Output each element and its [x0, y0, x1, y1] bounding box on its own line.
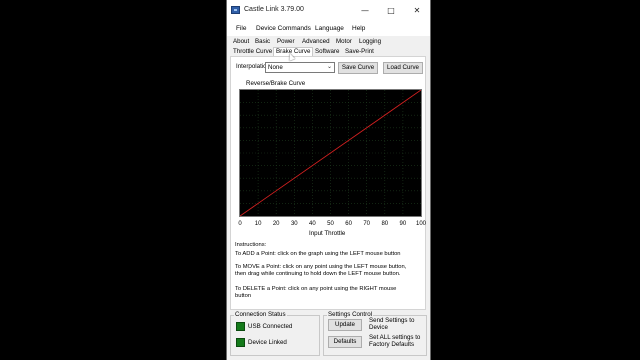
x-tick-label: 60: [345, 221, 352, 227]
save-curve-button[interactable]: Save Curve: [338, 62, 378, 74]
connection-status-group: Connection Status USB Connected Device L…: [230, 311, 320, 356]
close-button[interactable]: ✕: [404, 0, 430, 21]
x-tick-label: 70: [363, 221, 371, 227]
instruction-add: To ADD a Point: click on the graph using…: [235, 251, 401, 257]
instruction-delete-1: To DELETE a Point: click on any point us…: [235, 286, 397, 292]
maximize-icon: □: [387, 6, 395, 15]
minimize-icon: —: [361, 6, 369, 15]
tab-basic[interactable]: Basic: [253, 37, 272, 47]
device-status-led: [236, 338, 245, 347]
tab-about[interactable]: About: [231, 37, 251, 47]
x-tick-label: 80: [381, 221, 389, 227]
tab-logging[interactable]: Logging: [357, 37, 383, 47]
x-tick-label: 50: [327, 221, 334, 227]
x-tick-label: 40: [309, 221, 316, 227]
castle-link-app-icon: [231, 6, 240, 14]
menu-file[interactable]: File: [236, 25, 246, 32]
x-tick-label: 0: [238, 221, 242, 227]
brake-curve-chart[interactable]: [239, 89, 422, 217]
tab-advanced[interactable]: Advanced: [300, 37, 332, 47]
chevron-down-icon: ⌄: [326, 63, 332, 70]
minimize-button[interactable]: —: [352, 0, 378, 21]
tab-power[interactable]: Power: [275, 37, 297, 47]
chart-canvas[interactable]: [240, 90, 421, 216]
menu-language[interactable]: Language: [315, 25, 344, 32]
tab-row-1: About Basic Power Advanced Motor Logging: [227, 37, 430, 47]
chart-title: Reverse/Brake Curve: [246, 80, 306, 87]
interpolation-select[interactable]: None ⌄: [265, 62, 335, 73]
instructions-heading: Instructions:: [235, 242, 267, 248]
x-tick-label: 30: [290, 221, 298, 227]
update-button[interactable]: Update: [328, 319, 362, 331]
castle-link-window: Castle Link 3.79.00 — □ ✕ File Device Co…: [226, 0, 431, 360]
title-bar: Castle Link 3.79.00 — □ ✕: [227, 0, 430, 21]
menu-device-commands[interactable]: Device Commands: [256, 25, 311, 32]
interpolation-value: None: [268, 64, 283, 71]
connection-status-title: Connection Status: [234, 311, 287, 318]
settings-control-group: Settings Control Update Send Settings to…: [323, 311, 427, 356]
instruction-move-2: then drag while continuing to hold down …: [235, 271, 401, 277]
defaults-description-2: Factory Defaults: [369, 341, 415, 348]
brake-curve-panel: Interpolation: None ⌄ Save Curve Load Cu…: [230, 56, 426, 310]
settings-control-title: Settings Control: [327, 311, 374, 318]
maximize-button[interactable]: □: [378, 0, 404, 21]
defaults-description-1: Set ALL settings to: [369, 334, 421, 341]
close-icon: ✕: [413, 6, 421, 15]
update-description-2: Device: [369, 324, 388, 331]
load-curve-button[interactable]: Load Curve: [383, 62, 423, 74]
update-description-1: Send Settings to: [369, 317, 415, 324]
x-tick-label: 20: [272, 221, 280, 227]
usb-connected-label: USB Connected: [248, 323, 293, 330]
device-linked-label: Device Linked: [248, 339, 287, 346]
x-tick-label: 100: [415, 221, 427, 227]
x-tick-label: 90: [399, 221, 407, 227]
x-tick-label: 10: [254, 221, 262, 227]
menu-bar: File Device Commands Language Help: [227, 21, 430, 36]
defaults-button[interactable]: Defaults: [328, 336, 362, 348]
x-axis-label: Input Throttle: [309, 230, 346, 237]
usb-status-led: [236, 322, 245, 331]
instruction-delete-2: button: [235, 293, 252, 299]
tab-motor[interactable]: Motor: [334, 37, 354, 47]
window-title: Castle Link 3.79.00: [244, 6, 304, 13]
menu-help[interactable]: Help: [352, 25, 365, 32]
